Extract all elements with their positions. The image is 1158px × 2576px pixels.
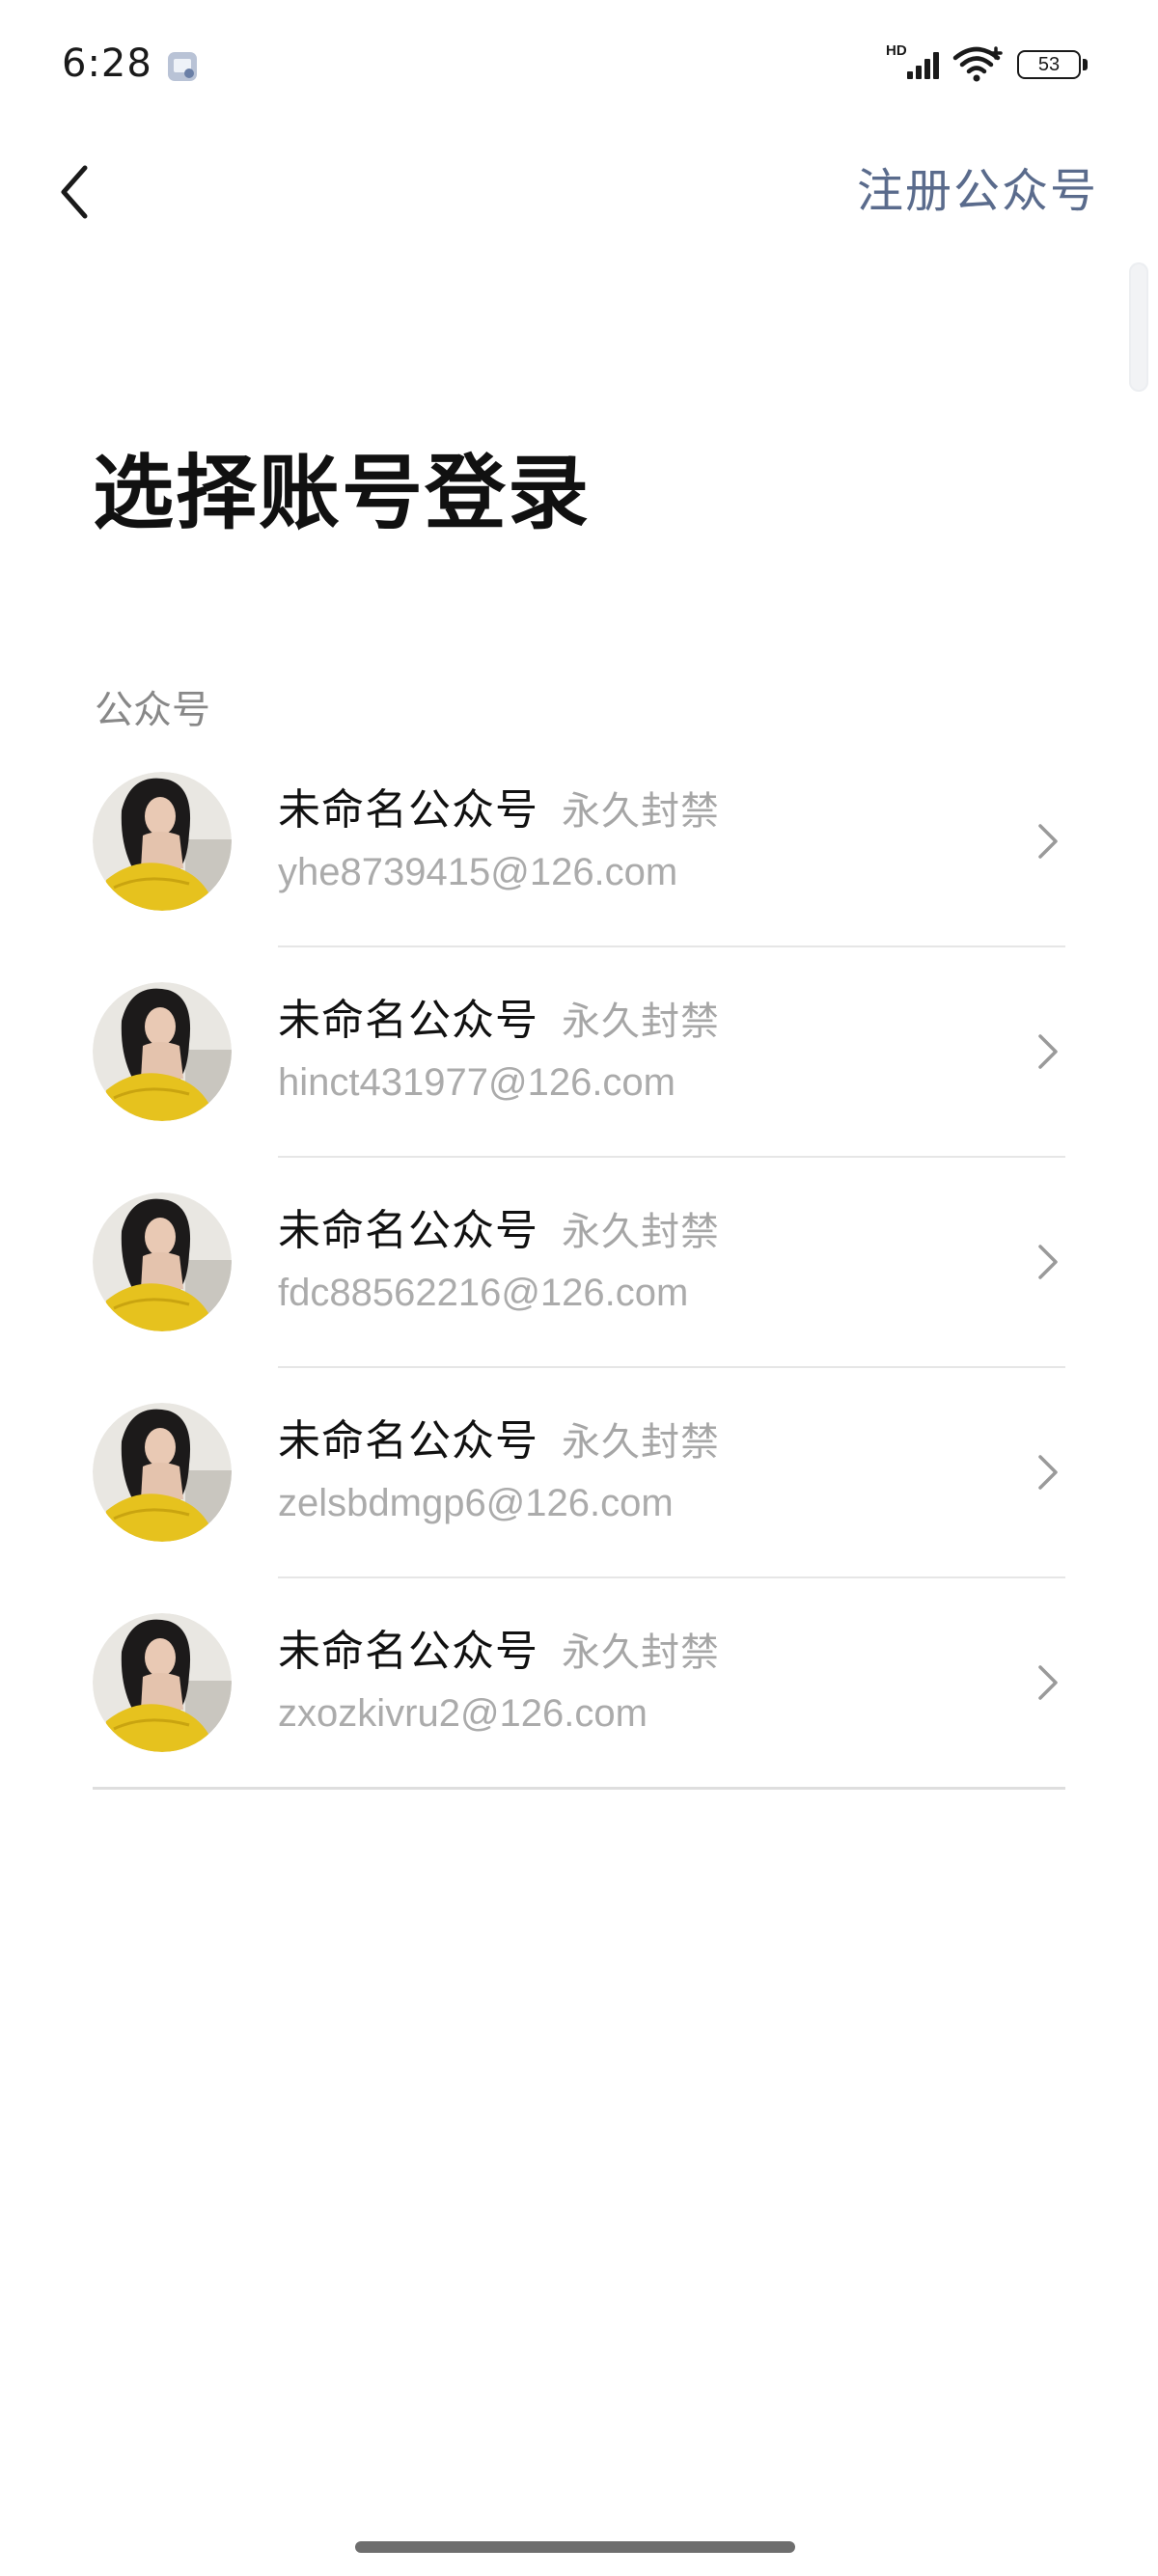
account-status-badge: 永久封禁 <box>562 1000 720 1044</box>
account-avatar <box>93 982 232 1121</box>
section-label: 公众号 <box>95 688 210 732</box>
battery-level: 53 <box>1037 54 1061 75</box>
back-button[interactable] <box>48 158 106 226</box>
account-status-badge: 永久封禁 <box>562 1420 720 1465</box>
account-avatar <box>93 1192 232 1331</box>
account-row[interactable]: 未命名公众号 永久封禁 hinct431977@126.com <box>0 982 1158 1192</box>
account-avatar <box>93 772 232 911</box>
account-name: 未命名公众号 <box>278 785 538 835</box>
account-email: zelsbdmgp6@126.com <box>278 1482 674 1524</box>
account-avatar <box>93 1613 232 1752</box>
account-row[interactable]: 未命名公众号 永久封禁 fdc88562216@126.com <box>0 1192 1158 1403</box>
account-status-badge: 永久封禁 <box>562 1210 720 1254</box>
account-status-badge: 永久封禁 <box>562 789 720 834</box>
back-chevron-icon <box>61 165 88 219</box>
account-row[interactable]: 未命名公众号 永久封禁 zxozkivru2@126.com <box>0 1613 1158 1823</box>
chevron-right-icon <box>1038 1034 1058 1069</box>
row-divider <box>278 945 1065 947</box>
chevron-right-icon <box>1038 1245 1058 1279</box>
status-bar: 6:28 HD 53 <box>0 0 1158 131</box>
row-divider <box>278 1366 1065 1368</box>
account-row[interactable]: 未命名公众号 永久封禁 zelsbdmgp6@126.com <box>0 1403 1158 1613</box>
account-status-badge: 永久封禁 <box>562 1631 720 1675</box>
account-email: hinct431977@126.com <box>278 1061 676 1104</box>
register-official-account-link[interactable]: 注册公众号 <box>857 160 1098 222</box>
home-indicator[interactable] <box>355 2541 795 2553</box>
account-list: 未命名公众号 永久封禁 yhe8739415@126.com 未命名公众号 永久… <box>0 772 1158 1823</box>
wifi-icon <box>952 46 1003 82</box>
row-divider <box>278 1156 1065 1158</box>
account-email: fdc88562216@126.com <box>278 1272 689 1314</box>
status-time: 6:28 <box>62 41 152 86</box>
page-title: 选择账号登录 <box>93 446 592 540</box>
account-name: 未命名公众号 <box>278 1206 538 1255</box>
account-avatar <box>93 1403 232 1542</box>
account-name: 未命名公众号 <box>278 996 538 1045</box>
chevron-right-icon <box>1038 1665 1058 1700</box>
app-notification-icon <box>168 52 197 81</box>
cellular-signal-icon <box>907 52 939 79</box>
list-bottom-divider <box>93 1787 1065 1790</box>
scroll-indicator[interactable] <box>1129 262 1148 392</box>
row-divider <box>278 1576 1065 1578</box>
account-name: 未命名公众号 <box>278 1627 538 1676</box>
account-email: yhe8739415@126.com <box>278 851 678 893</box>
chevron-right-icon <box>1038 824 1058 859</box>
account-name: 未命名公众号 <box>278 1416 538 1466</box>
chevron-right-icon <box>1038 1455 1058 1490</box>
account-row[interactable]: 未命名公众号 永久封禁 yhe8739415@126.com <box>0 772 1158 982</box>
battery-icon: 53 <box>1017 50 1090 81</box>
account-email: zxozkivru2@126.com <box>278 1692 648 1735</box>
